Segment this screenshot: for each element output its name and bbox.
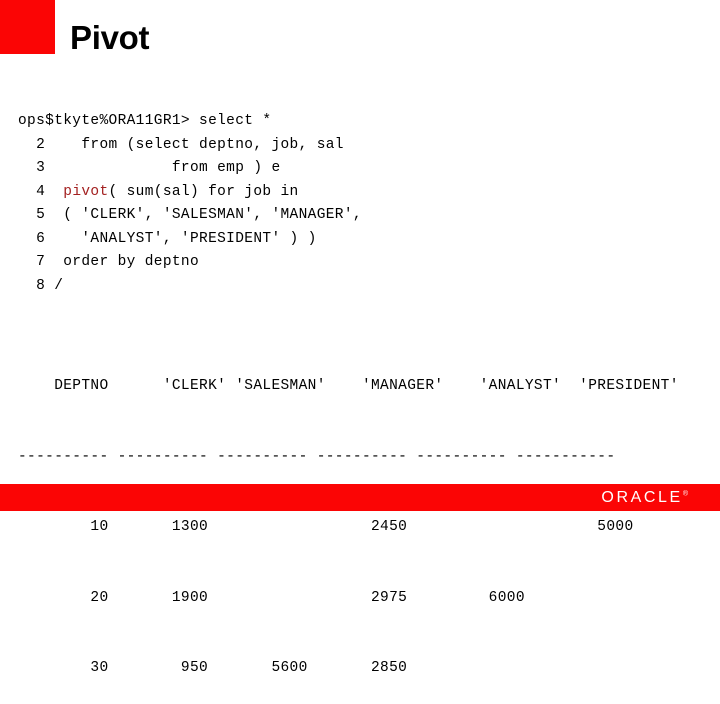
line-number-4: 4 <box>18 183 46 200</box>
terminal-prompt-line: ops$tkyte%ORA11GR1> select * <box>18 113 272 129</box>
terminal-line-5: 5 ( 'CLERK', 'SALESMAN', 'MANAGER', <box>18 204 362 228</box>
line-number-5: 5 <box>18 207 46 223</box>
terminal-line-2: 2 from (select deptno, job, sal <box>18 134 344 158</box>
page-title: Pivot <box>70 19 150 56</box>
line-number-2: 2 <box>18 136 46 153</box>
line-text-2: from (select deptno, job, sal <box>45 136 344 153</box>
line-text-4-after: ( sum(sal) for job in <box>108 183 299 200</box>
line-text-4-before <box>45 184 63 200</box>
line-number-8: 8 <box>18 277 46 294</box>
line-number-7: 7 <box>18 254 46 270</box>
terminal-line-6: 6 'ANALYST', 'PRESIDENT' ) ) <box>18 228 317 252</box>
trademark-icon: ® <box>682 490 688 498</box>
query-result-grid: DEPTNO 'CLERK' 'SALESMAN' 'MANAGER' 'ANA… <box>18 328 679 704</box>
result-header-row: DEPTNO 'CLERK' 'SALESMAN' 'MANAGER' 'ANA… <box>18 378 679 394</box>
line-text-5: ( 'CLERK', 'SALESMAN', 'MANAGER', <box>45 207 362 223</box>
line-number-3: 3 <box>18 160 46 176</box>
slide-header: Pivot <box>0 0 720 80</box>
line-text-7: order by deptno <box>45 254 200 270</box>
header-accent-square <box>0 0 55 54</box>
result-separator-row: ---------- ---------- ---------- -------… <box>18 448 616 465</box>
table-row: 20 1900 2975 6000 <box>18 589 525 606</box>
line-number-6: 6 <box>18 230 46 247</box>
oracle-logo-text: ORACLE <box>601 488 683 506</box>
line-text-3: from emp ) e <box>45 160 281 176</box>
pivot-keyword: pivot <box>63 183 109 200</box>
terminal-line-4: 4 pivot( sum(sal) for job in <box>18 181 299 205</box>
table-row: 10 1300 2450 5000 <box>18 519 634 535</box>
slide-footer: ORACLE® <box>0 484 720 511</box>
terminal-line-7: 7 order by deptno <box>18 251 199 275</box>
terminal-line-3: 3 from emp ) e <box>18 157 281 181</box>
line-text-6: 'ANALYST', 'PRESIDENT' ) ) <box>45 230 317 247</box>
terminal-line-8: 8 / <box>18 275 63 299</box>
line-text-8: / <box>45 277 64 294</box>
oracle-logo: ORACLE® <box>601 489 688 507</box>
table-row: 30 950 5600 2850 <box>18 660 408 676</box>
